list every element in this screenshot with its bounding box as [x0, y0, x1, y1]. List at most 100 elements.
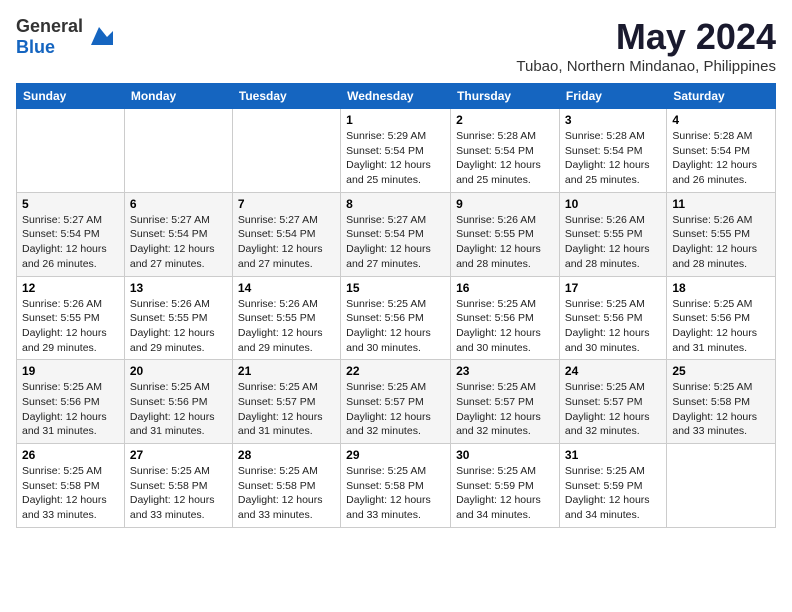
logo-icon: [85, 23, 113, 51]
calendar-table: SundayMondayTuesdayWednesdayThursdayFrid…: [16, 83, 776, 528]
day-info: Sunrise: 5:25 AM Sunset: 5:57 PM Dayligh…: [346, 380, 445, 439]
calendar-cell: 20Sunrise: 5:25 AM Sunset: 5:56 PM Dayli…: [124, 360, 232, 444]
day-info: Sunrise: 5:27 AM Sunset: 5:54 PM Dayligh…: [130, 213, 227, 272]
day-number: 2: [456, 113, 554, 127]
day-number: 12: [22, 281, 119, 295]
day-info: Sunrise: 5:25 AM Sunset: 5:56 PM Dayligh…: [130, 380, 227, 439]
logo-text: General Blue: [16, 16, 83, 58]
day-number: 10: [565, 197, 661, 211]
calendar-cell: 24 Sunrise: 5:25 AM Sunset: 5:57 PM Dayli…: [559, 360, 666, 444]
day-header-tuesday: Tuesday: [232, 84, 340, 109]
day-info: Sunrise: 5:25 AM Sunset: 5:56 PM Dayligh…: [672, 297, 770, 356]
calendar-cell: 30Sunrise: 5:25 AM Sunset: 5:59 PM Dayli…: [451, 444, 560, 528]
calendar-body: 1Sunrise: 5:29 AM Sunset: 5:54 PM Daylig…: [17, 109, 776, 528]
day-number: 28: [238, 448, 335, 462]
calendar-cell: 17Sunrise: 5:25 AM Sunset: 5:56 PM Dayli…: [559, 276, 666, 360]
day-info: Sunrise: 5:25 AM Sunset: 5:58 PM Dayligh…: [130, 464, 227, 523]
day-info: Sunrise: 5:25 AM Sunset: 5:59 PM Dayligh…: [456, 464, 554, 523]
calendar-cell: 8 Sunrise: 5:27 AM Sunset: 5:54 PM Daylig…: [341, 192, 451, 276]
calendar-cell: 31 Sunrise: 5:25 AM Sunset: 5:59 PM Dayli…: [559, 444, 666, 528]
day-header-sunday: Sunday: [17, 84, 125, 109]
calendar-cell: 26 Sunrise: 5:25 AM Sunset: 5:58 PM Dayli…: [17, 444, 125, 528]
day-info: Sunrise: 5:26 AM Sunset: 5:55 PM Dayligh…: [672, 213, 770, 272]
calendar-cell: 2Sunrise: 5:28 AM Sunset: 5:54 PM Daylig…: [451, 109, 560, 193]
day-info: Sunrise: 5:26 AM Sunset: 5:55 PM Dayligh…: [22, 297, 119, 356]
calendar-cell: 6 Sunrise: 5:27 AM Sunset: 5:54 PM Daylig…: [124, 192, 232, 276]
logo: General Blue: [16, 16, 113, 58]
week-row-1: 1Sunrise: 5:29 AM Sunset: 5:54 PM Daylig…: [17, 109, 776, 193]
week-row-3: 12 Sunrise: 5:26 AM Sunset: 5:55 PM Dayli…: [17, 276, 776, 360]
calendar-cell: [17, 109, 125, 193]
day-info: Sunrise: 5:27 AM Sunset: 5:54 PM Dayligh…: [22, 213, 119, 272]
day-info: Sunrise: 5:25 AM Sunset: 5:59 PM Dayligh…: [565, 464, 661, 523]
day-header-saturday: Saturday: [667, 84, 776, 109]
calendar-cell: 1Sunrise: 5:29 AM Sunset: 5:54 PM Daylig…: [341, 109, 451, 193]
day-header-friday: Friday: [559, 84, 666, 109]
day-info: Sunrise: 5:25 AM Sunset: 5:58 PM Dayligh…: [238, 464, 335, 523]
day-info: Sunrise: 5:25 AM Sunset: 5:57 PM Dayligh…: [565, 380, 661, 439]
logo-blue: Blue: [16, 37, 55, 57]
calendar-cell: 18Sunrise: 5:25 AM Sunset: 5:56 PM Dayli…: [667, 276, 776, 360]
day-info: Sunrise: 5:26 AM Sunset: 5:55 PM Dayligh…: [456, 213, 554, 272]
calendar-cell: [667, 444, 776, 528]
calendar-cell: 5 Sunrise: 5:27 AM Sunset: 5:54 PM Daylig…: [17, 192, 125, 276]
day-number: 13: [130, 281, 227, 295]
day-number: 22: [346, 364, 445, 378]
day-number: 1: [346, 113, 445, 127]
calendar-cell: 22 Sunrise: 5:25 AM Sunset: 5:57 PM Dayli…: [341, 360, 451, 444]
calendar-cell: 16 Sunrise: 5:25 AM Sunset: 5:56 PM Dayli…: [451, 276, 560, 360]
day-number: 4: [672, 113, 770, 127]
day-info: Sunrise: 5:26 AM Sunset: 5:55 PM Dayligh…: [130, 297, 227, 356]
day-number: 24: [565, 364, 661, 378]
week-row-4: 19 Sunrise: 5:25 AM Sunset: 5:56 PM Dayli…: [17, 360, 776, 444]
day-number: 26: [22, 448, 119, 462]
day-info: Sunrise: 5:25 AM Sunset: 5:56 PM Dayligh…: [456, 297, 554, 356]
day-info: Sunrise: 5:25 AM Sunset: 5:58 PM Dayligh…: [346, 464, 445, 523]
calendar-cell: [124, 109, 232, 193]
day-number: 16: [456, 281, 554, 295]
day-number: 19: [22, 364, 119, 378]
calendar-cell: [232, 109, 340, 193]
calendar-cell: 4Sunrise: 5:28 AM Sunset: 5:54 PM Daylig…: [667, 109, 776, 193]
calendar-cell: 29Sunrise: 5:25 AM Sunset: 5:58 PM Dayli…: [341, 444, 451, 528]
header-row: SundayMondayTuesdayWednesdayThursdayFrid…: [17, 84, 776, 109]
day-info: Sunrise: 5:28 AM Sunset: 5:54 PM Dayligh…: [565, 129, 661, 188]
day-number: 9: [456, 197, 554, 211]
day-header-wednesday: Wednesday: [341, 84, 451, 109]
calendar-cell: 12 Sunrise: 5:26 AM Sunset: 5:55 PM Dayli…: [17, 276, 125, 360]
day-info: Sunrise: 5:27 AM Sunset: 5:54 PM Dayligh…: [346, 213, 445, 272]
day-number: 17: [565, 281, 661, 295]
calendar-cell: 23Sunrise: 5:25 AM Sunset: 5:57 PM Dayli…: [451, 360, 560, 444]
calendar-cell: 10Sunrise: 5:26 AM Sunset: 5:55 PM Dayli…: [559, 192, 666, 276]
week-row-5: 26 Sunrise: 5:25 AM Sunset: 5:58 PM Dayli…: [17, 444, 776, 528]
day-number: 14: [238, 281, 335, 295]
day-number: 3: [565, 113, 661, 127]
day-header-thursday: Thursday: [451, 84, 560, 109]
day-number: 5: [22, 197, 119, 211]
day-number: 31: [565, 448, 661, 462]
location-title: Tubao, Northern Mindanao, Philippines: [516, 58, 776, 75]
title-area: May 2024 Tubao, Northern Mindanao, Phili…: [516, 16, 776, 75]
calendar-cell: 13 Sunrise: 5:26 AM Sunset: 5:55 PM Dayli…: [124, 276, 232, 360]
day-info: Sunrise: 5:26 AM Sunset: 5:55 PM Dayligh…: [238, 297, 335, 356]
calendar-cell: 15Sunrise: 5:25 AM Sunset: 5:56 PM Dayli…: [341, 276, 451, 360]
calendar-cell: 21 Sunrise: 5:25 AM Sunset: 5:57 PM Dayli…: [232, 360, 340, 444]
calendar-cell: 11 Sunrise: 5:26 AM Sunset: 5:55 PM Dayli…: [667, 192, 776, 276]
month-title: May 2024: [516, 16, 776, 58]
calendar-cell: 19Sunrise: 5:25 AM Sunset: 5:56 PM Dayli…: [17, 360, 125, 444]
week-row-2: 5 Sunrise: 5:27 AM Sunset: 5:54 PM Daylig…: [17, 192, 776, 276]
day-number: 8: [346, 197, 445, 211]
calendar-header: SundayMondayTuesdayWednesdayThursdayFrid…: [17, 84, 776, 109]
day-number: 21: [238, 364, 335, 378]
day-info: Sunrise: 5:25 AM Sunset: 5:57 PM Dayligh…: [238, 380, 335, 439]
day-number: 25: [672, 364, 770, 378]
day-number: 27: [130, 448, 227, 462]
day-info: Sunrise: 5:25 AM Sunset: 5:58 PM Dayligh…: [672, 380, 770, 439]
page-header: General Blue May 2024 Tubao, Northern Mi…: [16, 16, 776, 75]
day-number: 11: [672, 197, 770, 211]
day-number: 6: [130, 197, 227, 211]
calendar-cell: 14 Sunrise: 5:26 AM Sunset: 5:55 PM Dayli…: [232, 276, 340, 360]
day-info: Sunrise: 5:27 AM Sunset: 5:54 PM Dayligh…: [238, 213, 335, 272]
calendar-cell: 25 Sunrise: 5:25 AM Sunset: 5:58 PM Dayli…: [667, 360, 776, 444]
day-info: Sunrise: 5:25 AM Sunset: 5:58 PM Dayligh…: [22, 464, 119, 523]
